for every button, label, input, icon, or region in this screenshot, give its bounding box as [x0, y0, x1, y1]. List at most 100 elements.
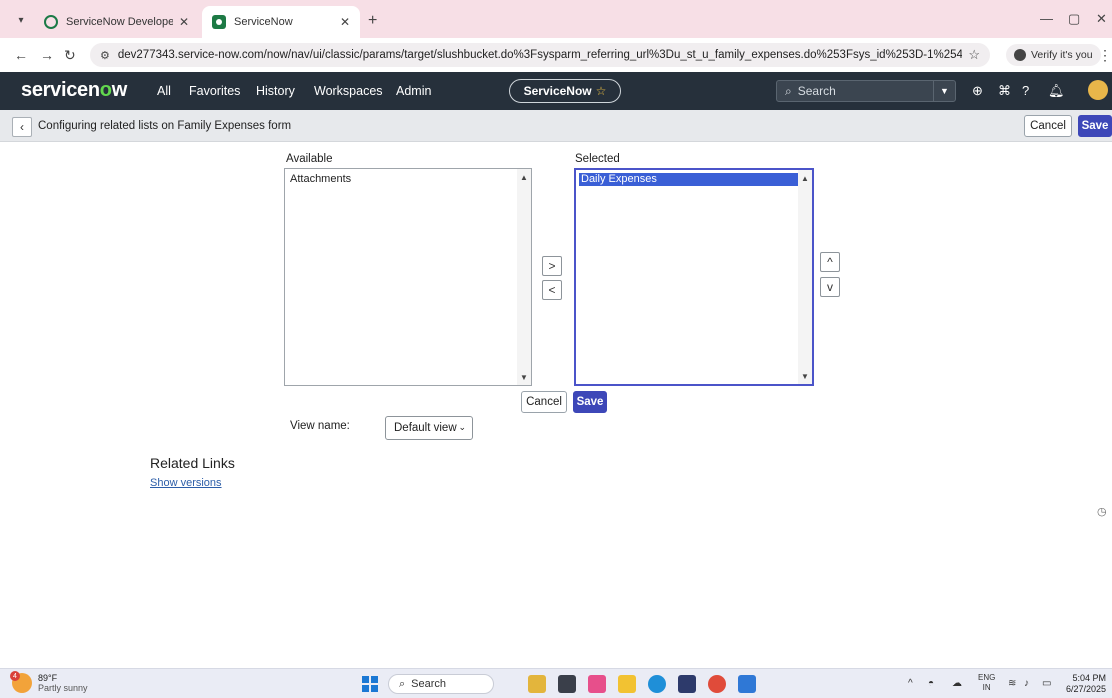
- user-avatar[interactable]: [1088, 80, 1108, 100]
- url-field[interactable]: ⚙ dev277343.service-now.com/now/nav/ui/c…: [90, 43, 990, 67]
- chevron-left-icon: ‹: [20, 120, 24, 134]
- save-button[interactable]: Save: [573, 391, 607, 413]
- weather-badge: 4: [10, 671, 20, 681]
- network-app-icon[interactable]: ◓: [928, 678, 934, 689]
- globe-icon[interactable]: ⊕: [972, 83, 983, 99]
- scroll-up-icon[interactable]: ▲: [517, 171, 531, 183]
- search-icon: ⌕: [399, 677, 406, 690]
- tab-title: ServiceNow Developers: [66, 16, 173, 28]
- menu-workspaces[interactable]: Workspaces: [314, 84, 383, 98]
- menu-history[interactable]: History: [256, 84, 295, 98]
- battery-icon[interactable]: ▭: [1042, 678, 1051, 689]
- windows-start-icon[interactable]: [362, 676, 378, 692]
- notification-bell-icon[interactable]: 🔔︎: [1048, 83, 1065, 99]
- available-option-attachments[interactable]: Attachments: [288, 173, 351, 186]
- language-region: IN: [982, 683, 991, 692]
- chevron-up-icon[interactable]: ^: [908, 678, 913, 689]
- new-tab-button[interactable]: +: [368, 12, 377, 30]
- available-list-scrollbar[interactable]: ▲ ▼: [517, 169, 531, 385]
- tab-search-dropdown-icon[interactable]: ▾: [10, 9, 32, 31]
- tab-servicenow-developers[interactable]: ServiceNow Developers ✕: [34, 6, 199, 38]
- favorite-star-icon[interactable]: ☆: [596, 84, 607, 98]
- menu-all[interactable]: All: [157, 84, 171, 98]
- bookmark-star-icon[interactable]: ☆: [968, 47, 980, 63]
- weather-widget[interactable]: 4 89°F Partly sunny: [10, 671, 88, 693]
- forward-arrow-icon[interactable]: →: [40, 47, 54, 63]
- weather-condition: Partly sunny: [38, 683, 88, 693]
- clock-date: 6/27/2025: [1066, 684, 1107, 694]
- logo-text-o: o: [99, 79, 112, 101]
- back-button[interactable]: ‹: [12, 117, 32, 137]
- servicenow-favicon-icon: [212, 15, 226, 29]
- verify-label: Verify it's you: [1031, 49, 1093, 61]
- file-explorer-icon[interactable]: [618, 675, 636, 693]
- browser-tab-strip: ▾ ServiceNow Developers ✕ ServiceNow ✕ +…: [0, 0, 1112, 38]
- edge-browser-icon[interactable]: [648, 675, 666, 693]
- header-cancel-button[interactable]: Cancel: [1024, 115, 1072, 137]
- close-tab-icon[interactable]: ✕: [179, 15, 189, 29]
- selected-label: Selected: [575, 153, 620, 165]
- taskbar-search[interactable]: ⌕ Search: [388, 674, 494, 694]
- logo-text-start: servicen: [21, 79, 100, 101]
- cancel-button[interactable]: Cancel: [521, 391, 567, 413]
- page-title: Configuring related lists on Family Expe…: [38, 120, 292, 132]
- tab-servicenow[interactable]: ServiceNow ✕: [202, 6, 360, 38]
- selected-list-scrollbar[interactable]: ▲ ▼: [798, 170, 812, 384]
- task-view-icon[interactable]: [558, 675, 576, 693]
- scroll-up-icon[interactable]: ▲: [798, 172, 812, 184]
- remove-from-selected-button[interactable]: <: [542, 280, 562, 300]
- reload-icon[interactable]: ↻: [64, 47, 76, 64]
- available-list[interactable]: Attachments ▲ ▼: [284, 168, 532, 386]
- site-info-icon[interactable]: ⚙: [100, 49, 110, 62]
- close-window-icon[interactable]: ✕: [1096, 11, 1107, 27]
- selected-option-daily-expenses[interactable]: Daily Expenses: [579, 173, 798, 186]
- menu-admin[interactable]: Admin: [396, 84, 431, 98]
- microsoft-store-icon[interactable]: [678, 675, 696, 693]
- show-versions-link[interactable]: Show versions: [150, 477, 222, 489]
- language-indicator[interactable]: ENG IN: [978, 673, 995, 693]
- profile-icon: [1014, 49, 1026, 61]
- servicenow-developers-favicon-icon: [44, 15, 58, 29]
- move-up-button[interactable]: ^: [820, 252, 840, 272]
- scroll-down-icon[interactable]: ▼: [517, 371, 531, 383]
- clock-time: 5:04 PM: [1072, 673, 1107, 683]
- address-bar: ← → ↻ ⚙ dev277343.service-now.com/now/na…: [0, 38, 1112, 72]
- system-clock[interactable]: 5:04 PM 6/27/2025: [1066, 673, 1106, 695]
- servicenow-header: servicenow All Favorites History Workspa…: [0, 72, 1112, 110]
- menu-favorites[interactable]: Favorites: [189, 84, 240, 98]
- restore-icon[interactable]: ▢: [1068, 11, 1080, 27]
- photos-app-icon[interactable]: [738, 675, 756, 693]
- cloud-icon[interactable]: ☁: [952, 678, 962, 689]
- logo-text-end: w: [111, 79, 128, 101]
- search-scope-dropdown-icon[interactable]: ▼: [933, 81, 955, 101]
- language-code: ENG: [978, 673, 996, 682]
- related-links-title: Related Links: [150, 455, 235, 471]
- view-name-label: View name:: [290, 420, 350, 432]
- close-tab-icon[interactable]: ✕: [340, 15, 350, 29]
- help-icon[interactable]: ?: [1022, 83, 1029, 98]
- clock-history-icon[interactable]: ◷: [1097, 505, 1107, 518]
- add-to-selected-button[interactable]: >: [542, 256, 562, 276]
- volume-icon[interactable]: ♪: [1024, 678, 1029, 689]
- header-save-button[interactable]: Save: [1078, 115, 1112, 137]
- tab-title: ServiceNow: [234, 16, 293, 28]
- windows-taskbar: 4 89°F Partly sunny ⌕ Search ^ ◓ ☁ ENG I…: [0, 668, 1112, 698]
- chrome-browser-icon[interactable]: [708, 675, 726, 693]
- global-search-input[interactable]: ⌕ Search ▼: [776, 80, 956, 102]
- back-arrow-icon[interactable]: ←: [14, 47, 28, 63]
- selected-list[interactable]: Daily Expenses ▲ ▼: [574, 168, 814, 386]
- move-down-button[interactable]: v: [820, 277, 840, 297]
- browser-menu-icon[interactable]: ⋮: [1098, 47, 1112, 64]
- scroll-down-icon[interactable]: ▼: [798, 370, 812, 382]
- chat-icon[interactable]: ⌘: [998, 83, 1011, 99]
- wifi-icon[interactable]: ≋: [1008, 678, 1016, 689]
- widgets-app-icon[interactable]: [528, 675, 546, 693]
- view-name-select[interactable]: Default view ⌄: [385, 416, 473, 440]
- minimize-icon[interactable]: —: [1040, 11, 1053, 26]
- verify-profile-button[interactable]: Verify it's you: [1006, 44, 1101, 66]
- temperature: 89°F: [38, 673, 58, 683]
- copilot-icon[interactable]: [588, 675, 606, 693]
- instance-name-pill[interactable]: ServiceNow ☆: [509, 79, 621, 103]
- instance-name: ServiceNow: [523, 84, 592, 98]
- servicenow-logo[interactable]: servicenow: [21, 79, 127, 102]
